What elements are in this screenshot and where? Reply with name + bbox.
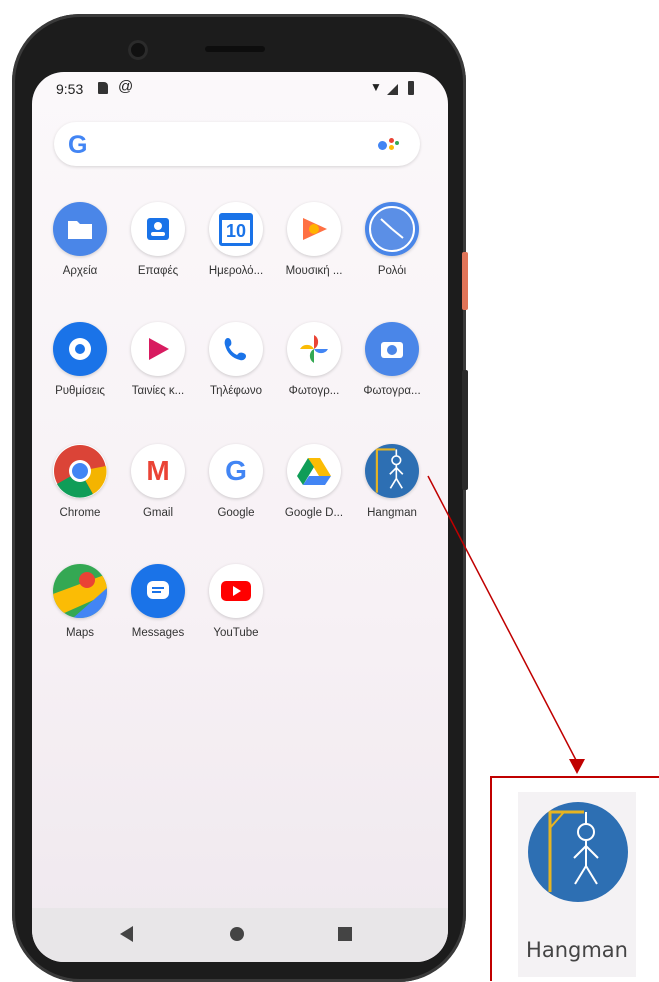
earpiece-speaker [205,46,265,52]
app-hangman[interactable]: Hangman [352,444,432,519]
calendar-icon: 10 [209,202,263,256]
navigation-bar [32,908,448,962]
app-phone[interactable]: Τηλέφωνο [196,322,276,397]
clock-icon [365,202,419,256]
settings-icon [53,322,107,376]
contacts-icon [131,202,185,256]
app-label: Chrome [59,507,101,519]
app-label: Hangman [367,507,417,519]
app-label: Ταινίες κ... [131,385,185,397]
google-icon: G [209,444,263,498]
app-label: Αρχεία [62,265,98,277]
hangman-icon-enlarged [528,802,628,902]
app-calendar[interactable]: 10 Ημερολό... [196,202,276,277]
app-settings[interactable]: Ρυθμίσεις [40,322,120,397]
movies-icon [131,322,185,376]
app-label: Μουσική ... [285,265,343,277]
chrome-icon [53,444,107,498]
app-label: Τηλέφωνο [209,385,263,397]
status-bar: 9:53 @ ▼ [32,72,448,104]
signal-icon [387,84,398,95]
recents-icon[interactable] [338,927,352,941]
at-icon: @ [118,78,134,95]
app-drive[interactable]: Google D... [274,444,354,519]
app-maps[interactable]: Maps [40,564,120,639]
app-label: Gmail [142,507,174,519]
app-messages[interactable]: Messages [118,564,198,639]
files-icon [53,202,107,256]
hangman-label-enlarged: Hangman [526,938,628,962]
app-label: Maps [65,627,95,639]
back-icon[interactable] [120,926,133,942]
maps-icon [53,564,107,618]
app-label: Ρολόι [377,265,407,277]
app-contacts[interactable]: Επαφές [118,202,198,277]
app-photos[interactable]: Φωτογρ... [274,322,354,397]
home-icon[interactable] [230,927,244,941]
app-label: Google [217,507,255,519]
google-g-icon: G [68,131,88,159]
home-screen: 9:53 @ ▼ G Αρχεία Επαφές 10 Ημερολό... Μουσι… [32,72,448,962]
app-files[interactable]: Αρχεία [40,202,120,277]
app-youtube[interactable]: YouTube [196,564,276,639]
camera-icon [365,322,419,376]
camera-lens [128,40,148,60]
app-label: Ημερολό... [208,265,264,277]
app-music[interactable]: Μουσική ... [274,202,354,277]
messages-icon [131,564,185,618]
gmail-icon: M [131,444,185,498]
app-label: Messages [131,627,185,639]
hangman-zoom-callout: Hangman [490,776,659,981]
youtube-icon [209,564,263,618]
phone-icon [209,322,263,376]
app-label: Ρυθμίσεις [55,385,105,397]
sd-card-icon [98,82,108,94]
app-camera[interactable]: Φωτογρα... [352,322,432,397]
app-label: Φωτογρα... [363,385,421,397]
app-label: YouTube [213,627,259,639]
app-google[interactable]: G Google [196,444,276,519]
battery-icon [408,81,414,95]
volume-button [462,370,468,490]
music-icon [287,202,341,256]
hangman-icon [365,444,419,498]
power-button [462,252,468,310]
app-label: Google D... [284,507,344,519]
calendar-icon-glyph: 10 [218,212,254,246]
gmail-icon-glyph: M [146,455,170,486]
app-label: Επαφές [137,265,179,277]
app-label: Φωτογρ... [288,385,340,397]
status-time: 9:53 [56,81,84,97]
app-movies[interactable]: Ταινίες κ... [118,322,198,397]
app-chrome[interactable]: Chrome [40,444,120,519]
google-icon-glyph: G [225,455,247,486]
app-clock[interactable]: Ρολόι [352,202,432,277]
google-search-bar[interactable]: G [54,122,420,166]
wifi-icon: ▼ [370,80,382,94]
assistant-icon[interactable] [378,138,400,154]
app-gmail[interactable]: M Gmail [118,444,198,519]
drive-icon [287,444,341,498]
photos-icon [287,322,341,376]
